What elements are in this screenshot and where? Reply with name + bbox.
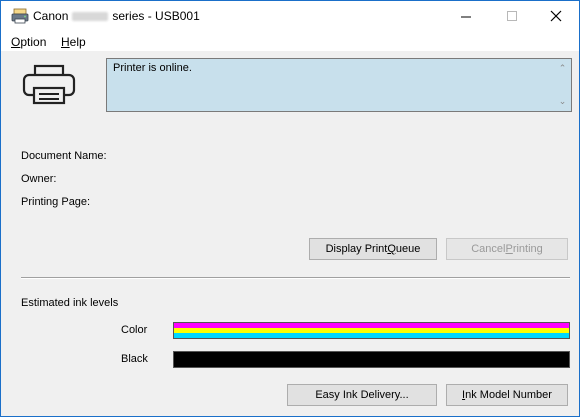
redacted-model xyxy=(72,12,109,22)
title-prefix: Canon xyxy=(33,9,69,23)
ink-model-number-button[interactable]: Ink Model Number xyxy=(446,384,568,406)
printer-status-window: Canon series - USB001 Option Help Printer… xyxy=(0,0,580,417)
display-print-queue-button[interactable]: Display Print Queue xyxy=(309,238,437,260)
menu-option-accel: O xyxy=(11,35,21,49)
status-scrollbar[interactable]: ⌃ ⌄ xyxy=(554,59,571,111)
section-divider xyxy=(21,277,570,279)
title-bar[interactable]: Canon series - USB001 xyxy=(1,1,579,31)
cancel-printing-pre: Cancel xyxy=(471,243,506,255)
printer-app-icon xyxy=(11,8,29,24)
owner-label: Owner: xyxy=(21,173,57,185)
minimize-button[interactable] xyxy=(443,1,489,31)
window-title: Canon series - USB001 xyxy=(33,9,200,23)
cancel-printing-post: rinting xyxy=(512,243,543,255)
ink-model-number-rest: nk Model Number xyxy=(465,389,552,401)
menu-bar: Option Help xyxy=(1,31,579,51)
color-ink-bar xyxy=(173,322,570,339)
black-ink-label: Black xyxy=(121,353,148,365)
black-ink-bar xyxy=(173,351,570,368)
close-button[interactable] xyxy=(533,1,579,31)
color-ink-bar-fill xyxy=(174,323,569,338)
scroll-down-icon[interactable]: ⌄ xyxy=(557,97,568,106)
menu-option[interactable]: Option xyxy=(11,35,46,49)
printer-icon xyxy=(22,64,76,105)
black-ink-bar-stripe xyxy=(174,352,569,367)
ink-levels-heading: Estimated ink levels xyxy=(21,297,119,309)
maximize-icon xyxy=(507,11,517,21)
menu-option-label: ption xyxy=(20,35,47,49)
color-ink-label: Color xyxy=(121,324,148,336)
scroll-up-icon[interactable]: ⌃ xyxy=(557,64,568,73)
minimize-icon xyxy=(461,16,471,18)
easy-ink-delivery-label: Easy Ink Delivery... xyxy=(315,389,409,401)
document-name-label: Document Name: xyxy=(21,150,107,162)
menu-help[interactable]: Help xyxy=(61,35,86,49)
easy-ink-delivery-button[interactable]: Easy Ink Delivery... xyxy=(287,384,437,406)
cancel-printing-button[interactable]: Cancel Printing xyxy=(446,238,568,260)
title-suffix: series - USB001 xyxy=(112,9,200,23)
black-ink-bar-fill xyxy=(174,352,569,367)
status-message-box[interactable]: Printer is online. ⌃ ⌄ xyxy=(106,58,572,112)
cancel-printing-accel: P xyxy=(505,243,513,255)
display-print-queue-pre: Display Print xyxy=(325,243,388,255)
menu-help-accel: H xyxy=(61,35,70,49)
color-ink-bar-stripe xyxy=(174,332,569,338)
status-message: Printer is online. xyxy=(113,62,192,74)
close-icon xyxy=(550,10,562,22)
maximize-button[interactable] xyxy=(489,1,535,31)
display-print-queue-post: ueue xyxy=(395,243,421,255)
menu-help-label: elp xyxy=(69,35,86,49)
display-print-queue-accel: Q xyxy=(387,243,396,255)
printing-page-label: Printing Page: xyxy=(21,196,91,208)
